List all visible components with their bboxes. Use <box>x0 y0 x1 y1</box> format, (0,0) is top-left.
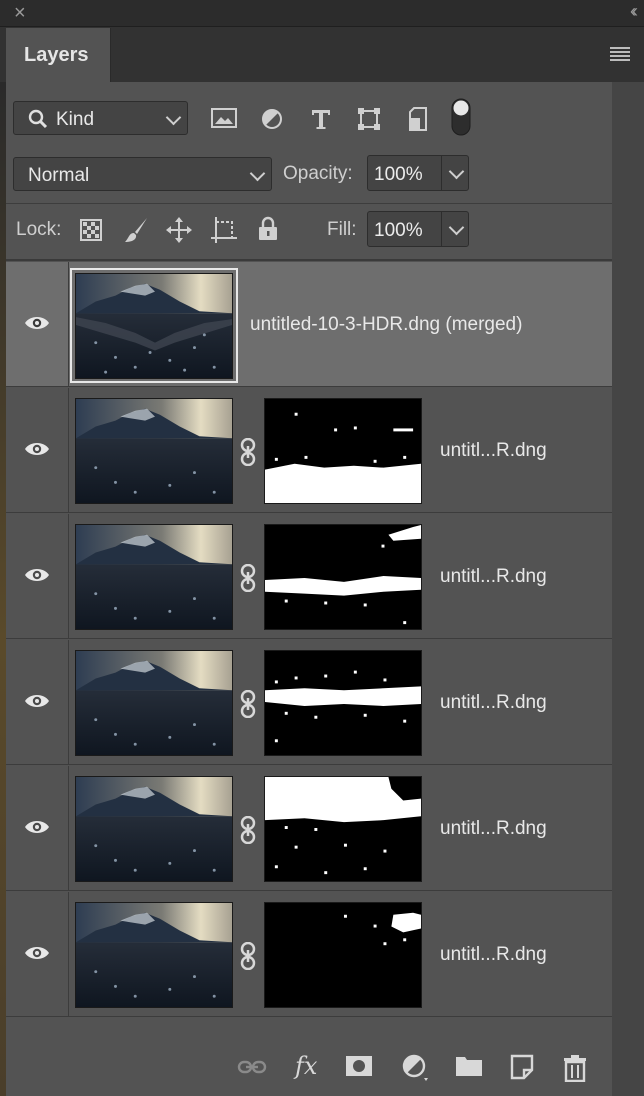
layer-row[interactable]: untitl...R.dng <box>6 388 612 513</box>
lock-all-icon[interactable] <box>257 216 279 242</box>
layer-mask-thumbnail[interactable] <box>264 398 422 504</box>
eye-icon[interactable] <box>24 440 50 458</box>
eye-icon[interactable] <box>24 692 50 710</box>
layer-row[interactable]: untitl...R.dng <box>6 640 612 765</box>
chevron-down-icon <box>165 109 182 126</box>
close-panel-icon[interactable]: × <box>14 2 26 25</box>
layer-row[interactable]: untitl...R.dng <box>6 892 612 1017</box>
mask-link-icon[interactable] <box>237 816 259 844</box>
fx-icon[interactable]: fx <box>295 1052 317 1080</box>
fill-label: Fill: <box>327 219 357 240</box>
smart-object-filter-icon[interactable] <box>406 106 430 132</box>
layer-name[interactable]: untitl...R.dng <box>440 692 547 714</box>
layer-thumbnail[interactable] <box>75 902 233 1008</box>
kind-filter-dropdown[interactable]: Kind <box>13 101 188 135</box>
mask-link-icon[interactable] <box>237 438 259 466</box>
layer-thumbnail[interactable] <box>75 273 233 379</box>
layer-name[interactable]: untitl...R.dng <box>440 944 547 966</box>
adjustment-filter-icon[interactable] <box>261 108 283 130</box>
divider <box>6 203 612 204</box>
layer-name[interactable]: untitl...R.dng <box>440 566 547 588</box>
mask-link-icon[interactable] <box>237 942 259 970</box>
collapse-panel-icon[interactable]: ‹‹ <box>630 1 638 22</box>
layer-mask-thumbnail[interactable] <box>264 902 422 1008</box>
lock-artboard-icon[interactable] <box>210 216 238 244</box>
chevron-down-icon <box>249 165 266 182</box>
eye-icon[interactable] <box>24 818 50 836</box>
visibility-column <box>6 892 69 1016</box>
new-group-icon[interactable] <box>455 1054 483 1078</box>
opacity-value: 100% <box>374 164 423 185</box>
new-layer-icon[interactable] <box>510 1054 534 1080</box>
scrollbar-track[interactable] <box>612 82 644 1096</box>
add-mask-icon[interactable] <box>345 1054 373 1078</box>
delete-layer-icon[interactable] <box>563 1054 587 1082</box>
link-layers-icon[interactable] <box>237 1054 267 1080</box>
lock-image-pixels-icon[interactable] <box>123 216 149 244</box>
layer-row[interactable]: untitled-10-3-HDR.dng (merged) <box>6 262 612 387</box>
eye-icon[interactable] <box>24 944 50 962</box>
fill-field[interactable]: 100% <box>367 211 469 247</box>
panel-menu-icon[interactable] <box>610 46 630 62</box>
layer-mask-thumbnail[interactable] <box>264 776 422 882</box>
search-icon <box>28 109 48 129</box>
layer-row[interactable]: untitl...R.dng <box>6 514 612 639</box>
layer-row[interactable]: untitl...R.dng <box>6 766 612 891</box>
type-filter-icon[interactable] <box>310 108 332 130</box>
filter-toggle-icon[interactable] <box>451 98 471 138</box>
kind-filter-label: Kind <box>56 109 95 130</box>
image-filter-icon[interactable] <box>211 107 237 129</box>
eye-icon[interactable] <box>24 314 50 332</box>
tab-layers-label: Layers <box>24 44 89 66</box>
eye-icon[interactable] <box>24 566 50 584</box>
new-adjustment-icon[interactable] <box>402 1054 430 1084</box>
visibility-column <box>6 766 69 890</box>
layer-thumbnail[interactable] <box>75 650 233 756</box>
chevron-down-icon <box>448 219 465 236</box>
layer-thumbnail[interactable] <box>75 524 233 630</box>
layer-thumbnail[interactable] <box>75 398 233 504</box>
layer-name[interactable]: untitl...R.dng <box>440 440 547 462</box>
layer-name[interactable]: untitl...R.dng <box>440 818 547 840</box>
blend-mode-value: Normal <box>28 165 90 186</box>
mask-link-icon[interactable] <box>237 564 259 592</box>
visibility-column <box>6 262 69 386</box>
opacity-field[interactable]: 100% <box>367 155 469 191</box>
lock-transparent-pixels-icon[interactable] <box>80 219 102 241</box>
opacity-label: Opacity: <box>283 163 353 184</box>
layer-mask-thumbnail[interactable] <box>264 524 422 630</box>
lock-label: Lock: <box>16 219 62 240</box>
blend-mode-dropdown[interactable]: Normal <box>13 157 272 191</box>
layer-name[interactable]: untitled-10-3-HDR.dng (merged) <box>250 314 522 336</box>
chevron-down-icon <box>448 163 465 180</box>
visibility-column <box>6 514 69 638</box>
layer-thumbnail[interactable] <box>75 776 233 882</box>
panel-title-bar: × ‹‹ <box>0 0 644 27</box>
tab-layers[interactable]: Layers <box>6 28 111 82</box>
divider <box>6 259 612 261</box>
visibility-column <box>6 640 69 764</box>
layer-mask-thumbnail[interactable] <box>264 650 422 756</box>
lock-position-icon[interactable] <box>166 217 192 243</box>
shape-filter-icon[interactable] <box>357 107 381 131</box>
fill-value: 100% <box>374 220 423 241</box>
visibility-column <box>6 388 69 512</box>
mask-link-icon[interactable] <box>237 690 259 718</box>
